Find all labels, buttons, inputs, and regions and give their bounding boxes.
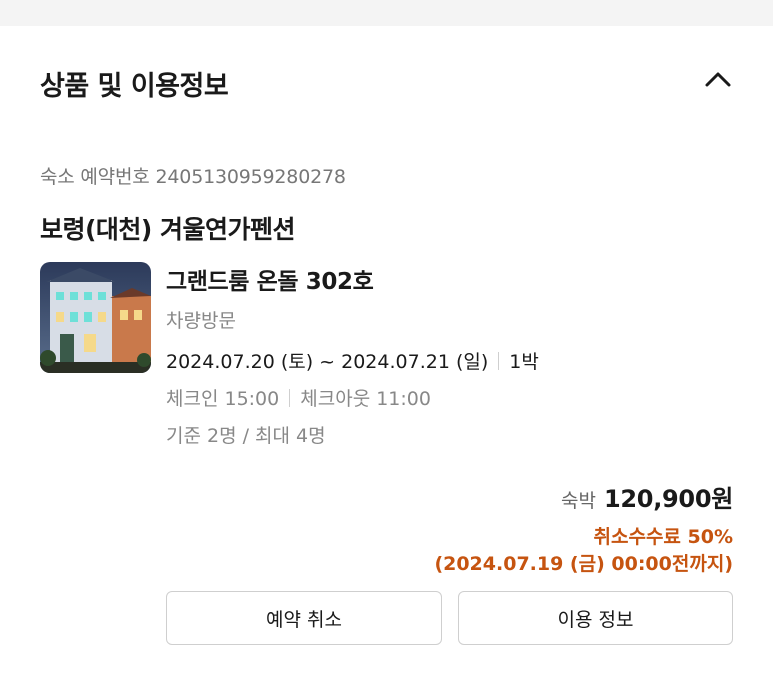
stay-dates: 2024.07.20 (토) ~ 2024.07.21 (일) 1박 — [166, 347, 539, 374]
section-header[interactable]: 상품 및 이용정보 — [0, 26, 773, 136]
divider — [289, 388, 291, 407]
cancellation-fee: 취소수수료 50% — [593, 526, 734, 548]
visit-type: 차량방문 — [166, 310, 236, 332]
reservation-number-label: 숙소 예약번호 — [40, 166, 150, 188]
usage-info-button[interactable]: 이용 정보 — [458, 591, 733, 645]
cancel-reservation-button[interactable]: 예약 취소 — [166, 591, 442, 645]
reservation-detail-page: 상품 및 이용정보 숙소 예약번호 2405130959280278 보령(대천)… — [0, 0, 773, 674]
reservation-number-value: 2405130959280278 — [155, 166, 346, 188]
hotel-name: 보령(대천) 겨울연가펜션 — [40, 215, 296, 244]
room-capacity: 기준 2명 / 최대 4명 — [166, 425, 326, 447]
reservation-number: 숙소 예약번호 2405130959280278 — [40, 162, 346, 189]
check-out-time: 체크아웃 11:00 — [300, 388, 431, 410]
room-name: 그랜드룸 온돌 302호 — [166, 269, 374, 295]
divider — [498, 351, 500, 370]
check-in-time: 체크인 15:00 — [166, 388, 280, 410]
room-thumbnail[interactable] — [40, 262, 151, 373]
price-amount: 120,900원 — [604, 485, 733, 513]
top-divider-strip — [0, 0, 773, 26]
cancellation-deadline: (2024.07.19 (금) 00:00전까지) — [434, 553, 733, 575]
price-label: 숙박 — [561, 490, 596, 512]
nights-count: 1박 — [509, 351, 539, 373]
section-title: 상품 및 이용정보 — [40, 71, 229, 102]
chevron-up-icon[interactable] — [700, 62, 736, 98]
check-times: 체크인 15:00 체크아웃 11:00 — [166, 384, 431, 411]
date-range: 2024.07.20 (토) ~ 2024.07.21 (일) — [166, 351, 489, 373]
price-row: 숙박 120,900원 — [561, 479, 733, 514]
